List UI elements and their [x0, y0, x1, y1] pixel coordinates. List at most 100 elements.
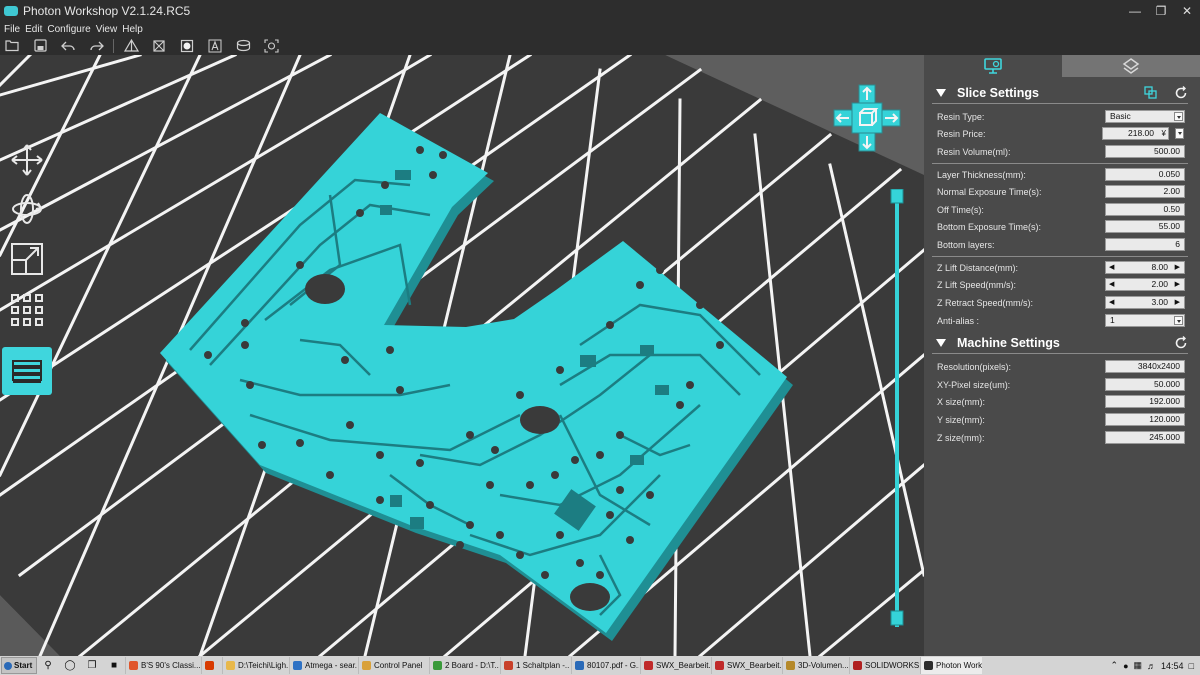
- resolution-input[interactable]: 3840x2400: [1105, 360, 1185, 373]
- menu-help[interactable]: Help: [122, 24, 143, 35]
- taskbar-task-button[interactable]: SWX_Bearbeit...: [711, 657, 781, 674]
- layer-slider-bottom-handle[interactable]: [890, 610, 904, 626]
- 3d-viewport[interactable]: [0, 55, 924, 656]
- menu-edit[interactable]: Edit: [25, 24, 42, 35]
- network-icon[interactable]: ▦: [1134, 660, 1143, 671]
- decrement-arrow-icon[interactable]: ◀: [1109, 297, 1114, 308]
- taskbar-task-button[interactable]: [201, 657, 221, 674]
- increment-arrow-icon[interactable]: ▶: [1175, 297, 1180, 308]
- reset-slice-settings-icon[interactable]: [1174, 86, 1188, 100]
- minimize-icon[interactable]: —: [1128, 4, 1142, 18]
- taskbar-task-button[interactable]: 80107.pdf - G...: [571, 657, 639, 674]
- y-size-input[interactable]: 120.000: [1105, 413, 1185, 426]
- move-tool-button[interactable]: [6, 139, 48, 181]
- notifications-icon[interactable]: □: [1189, 661, 1194, 671]
- off-time-input[interactable]: 0.50: [1105, 203, 1185, 216]
- task-view-icon[interactable]: ❐: [85, 659, 99, 673]
- slice-settings-header[interactable]: Slice Settings: [924, 84, 1200, 102]
- search-icon[interactable]: ⚲: [41, 659, 55, 673]
- layer-slider-top-handle[interactable]: [890, 188, 904, 204]
- save-icon[interactable]: [31, 37, 49, 54]
- z-lift-speed-spinbox[interactable]: ◀ 2.00 ▶: [1105, 278, 1185, 291]
- currency-dropdown-icon[interactable]: [1175, 128, 1184, 139]
- z-lift-distance-row: Z Lift Distance(mm): ◀ 8.00 ▶: [924, 260, 1200, 276]
- collapse-triangle-icon[interactable]: [936, 339, 946, 347]
- restore-icon[interactable]: ❐: [1154, 4, 1168, 18]
- start-button[interactable]: Start: [1, 657, 37, 674]
- x-size-input[interactable]: 192.000: [1105, 395, 1185, 408]
- layer-thickness-input[interactable]: 0.050: [1105, 168, 1185, 181]
- hollow-icon[interactable]: [234, 37, 252, 54]
- increment-arrow-icon[interactable]: ▶: [1175, 279, 1180, 290]
- taskbar-task-button[interactable]: SOLIDWORKS...: [849, 657, 919, 674]
- off-time-row: Off Time(s): 0.50: [924, 202, 1200, 218]
- z-size-input[interactable]: 245.000: [1105, 431, 1185, 444]
- off-time-label: Off Time(s):: [937, 205, 984, 215]
- resolution-label: Resolution(pixels):: [937, 362, 1012, 372]
- copy-settings-icon[interactable]: [1144, 86, 1158, 100]
- support-icon[interactable]: [262, 37, 280, 54]
- anti-alias-select[interactable]: 1: [1105, 314, 1185, 327]
- section-divider: [932, 163, 1188, 164]
- taskbar-task-button[interactable]: D:\Teichi\Ligh...: [222, 657, 288, 674]
- z-retract-speed-spinbox[interactable]: ◀ 3.00 ▶: [1105, 296, 1185, 309]
- menu-view[interactable]: View: [96, 24, 118, 35]
- resin-type-select[interactable]: Basic: [1105, 110, 1185, 123]
- menu-file[interactable]: File: [4, 24, 20, 35]
- xy-pixel-size-input[interactable]: 50.000: [1105, 378, 1185, 391]
- taskbar-task-button[interactable]: SWX_Bearbeit...: [640, 657, 710, 674]
- microphone-icon[interactable]: ●: [1123, 661, 1128, 671]
- dropdown-arrow-icon[interactable]: [1174, 112, 1183, 121]
- taskbar-task-button[interactable]: 3D-Volumen...: [782, 657, 848, 674]
- increment-arrow-icon[interactable]: ▶: [1175, 262, 1180, 273]
- bottom-exposure-input[interactable]: 55.00: [1105, 220, 1185, 233]
- z-retract-speed-label: Z Retract Speed(mm/s):: [937, 298, 1034, 308]
- taskbar-task-button[interactable]: Photon Work...: [920, 657, 982, 674]
- clock[interactable]: 14:54: [1161, 661, 1184, 671]
- view-center-cube-icon[interactable]: [851, 102, 883, 134]
- collapse-triangle-icon[interactable]: [936, 89, 946, 97]
- scale-tool-button[interactable]: [6, 238, 48, 280]
- x-size-label: X size(mm):: [937, 397, 985, 407]
- z-lift-distance-spinbox[interactable]: ◀ 8.00 ▶: [1105, 261, 1185, 274]
- text-tool-icon[interactable]: [206, 37, 224, 54]
- tab-support-settings[interactable]: [1062, 55, 1200, 77]
- taskbar-task-button[interactable]: B'S 90's Classi...: [125, 657, 200, 674]
- rotate-tool-button[interactable]: [6, 188, 48, 230]
- pinned-app-icon[interactable]: ■: [107, 659, 121, 673]
- layer-slider[interactable]: [890, 188, 904, 627]
- tray-overflow-icon[interactable]: ⌃: [1111, 660, 1119, 671]
- taskbar-task-button[interactable]: Control Panel: [358, 657, 428, 674]
- menu-configure[interactable]: Configure: [47, 24, 90, 35]
- taskbar-task-button[interactable]: Atmega - sear...: [289, 657, 357, 674]
- layers-tool-button[interactable]: [2, 347, 52, 395]
- app-logo-icon: [4, 6, 18, 16]
- dropdown-arrow-icon[interactable]: [1174, 316, 1183, 325]
- reset-machine-settings-icon[interactable]: [1174, 336, 1188, 350]
- volume-icon[interactable]: ♬: [1147, 661, 1156, 671]
- decrement-arrow-icon[interactable]: ◀: [1109, 279, 1114, 290]
- slice-view-icon[interactable]: [122, 37, 140, 54]
- close-icon[interactable]: ✕: [1180, 4, 1194, 18]
- task-label: SWX_Bearbeit...: [656, 661, 710, 670]
- resin-volume-input[interactable]: 500.00: [1105, 145, 1185, 158]
- machine-settings-header[interactable]: Machine Settings: [924, 334, 1200, 352]
- taskbar-task-button[interactable]: 1 Schaltplan -...: [500, 657, 570, 674]
- cortana-icon[interactable]: ◯: [63, 659, 77, 673]
- view-navigation-cube[interactable]: [832, 83, 902, 153]
- slice-settings-title: Slice Settings: [957, 86, 1039, 100]
- taskbar-task-button[interactable]: 2 Board - D:\T...: [429, 657, 499, 674]
- wireframe-icon[interactable]: [150, 37, 168, 54]
- decrement-arrow-icon[interactable]: ◀: [1109, 262, 1114, 273]
- arrange-tool-button[interactable]: [6, 289, 48, 331]
- undo-icon[interactable]: [59, 37, 77, 54]
- resin-price-input[interactable]: 218.00 ¥: [1102, 127, 1169, 140]
- open-icon[interactable]: [3, 37, 21, 54]
- task-label: 1 Schaltplan -...: [516, 661, 570, 670]
- bottom-layers-input[interactable]: 6: [1105, 238, 1185, 251]
- normal-exposure-input[interactable]: 2.00: [1105, 185, 1185, 198]
- solid-view-icon[interactable]: [178, 37, 196, 54]
- tab-printer-settings[interactable]: [924, 55, 1062, 77]
- redo-icon[interactable]: [87, 37, 105, 54]
- resin-price-value: 218.00: [1128, 128, 1154, 138]
